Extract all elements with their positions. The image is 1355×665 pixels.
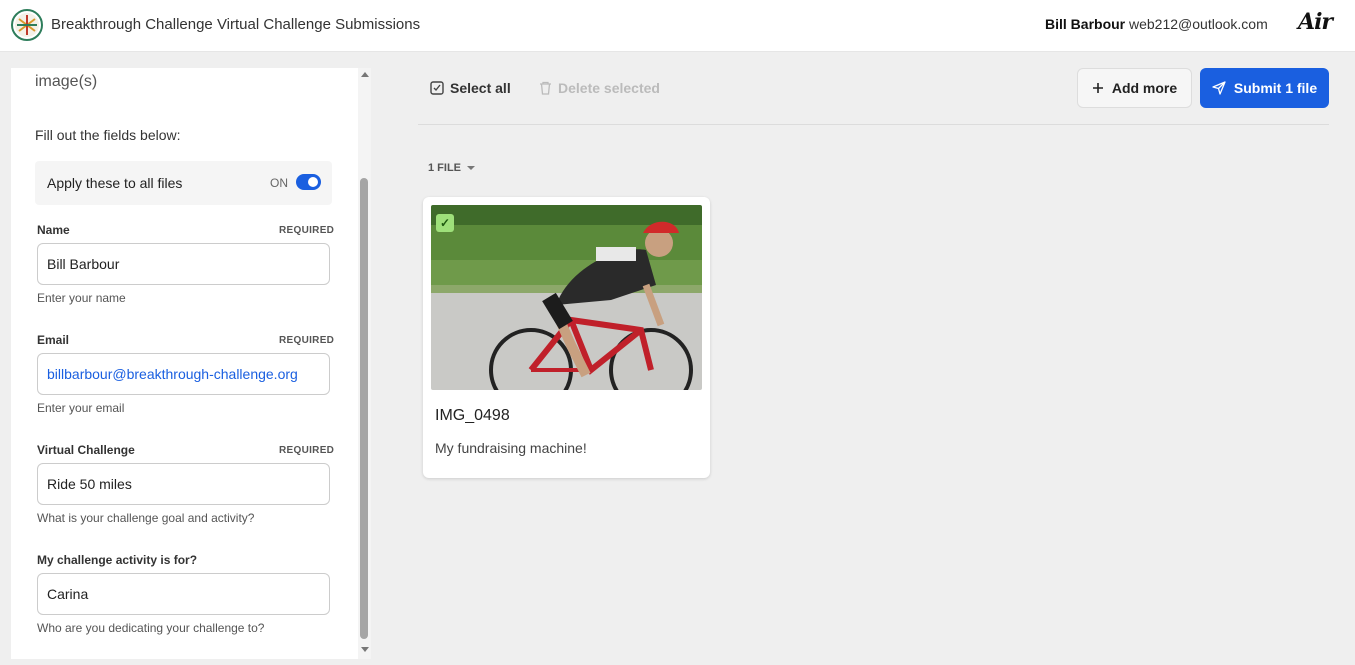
name-hint: Enter your name [37, 291, 126, 305]
select-all-label: Select all [450, 80, 511, 96]
name-field[interactable] [37, 243, 330, 285]
selected-check-icon[interactable]: ✓ [436, 214, 454, 232]
email-field[interactable] [37, 353, 330, 395]
name-label: Name [37, 223, 70, 237]
dedication-field[interactable] [37, 573, 330, 615]
apply-all-label: Apply these to all files [47, 175, 183, 191]
challenge-hint: What is your challenge goal and activity… [37, 511, 255, 525]
scroll-up-icon[interactable] [361, 72, 369, 77]
file-count-dropdown[interactable]: 1 FILE [428, 162, 476, 174]
challenge-field[interactable] [37, 463, 330, 505]
logo [11, 9, 43, 41]
trash-icon [540, 81, 551, 95]
plus-icon [1092, 83, 1103, 93]
dedication-hint: Who are you dedicating your challenge to… [37, 621, 265, 635]
required-badge: REQUIRED [279, 335, 335, 346]
file-card[interactable]: ✓ IMG_0498 My fundraising machine! [423, 197, 710, 478]
scroll-thumb[interactable] [360, 178, 368, 639]
select-all-button[interactable]: Select all [430, 80, 511, 96]
air-logo: Air [1298, 9, 1333, 35]
add-more-label: Add more [1111, 80, 1178, 96]
challenge-label: Virtual Challenge [37, 443, 135, 457]
delete-selected-label: Delete selected [558, 80, 660, 96]
delete-selected-button[interactable]: Delete selected [539, 80, 660, 96]
file-count-label: 1 FILE [428, 162, 462, 174]
panel-scrollbar[interactable] [358, 68, 371, 659]
required-badge: REQUIRED [279, 445, 335, 456]
toggle-state: ON [270, 176, 288, 190]
user-email: web212@outlook.com [1129, 16, 1268, 32]
file-description: My fundraising machine! [435, 440, 587, 456]
apply-all-row: Apply these to all files ON [35, 161, 332, 205]
panel-heading: image(s) [35, 73, 98, 90]
checkbox-icon [430, 81, 444, 95]
dedication-label: My challenge activity is for? [37, 553, 198, 567]
email-label: Email [37, 333, 70, 347]
app-title: Breakthrough Challenge Virtual Challenge… [51, 16, 421, 33]
scroll-down-icon[interactable] [361, 647, 369, 652]
toolbar-divider [418, 124, 1329, 125]
top-bar: Breakthrough Challenge Virtual Challenge… [0, 0, 1355, 52]
chevron-down-icon [467, 166, 476, 170]
send-icon [1212, 81, 1226, 95]
email-hint: Enter your email [37, 401, 125, 415]
form-panel: image(s) Fill out the fields below: Appl… [11, 68, 371, 659]
apply-all-toggle[interactable] [296, 174, 321, 190]
form-instructions: Fill out the fields below: [35, 127, 181, 143]
submit-button[interactable]: Submit 1 file [1200, 68, 1329, 108]
add-more-button[interactable]: Add more [1077, 68, 1192, 108]
user-name: Bill Barbour [1045, 16, 1126, 32]
file-thumbnail[interactable]: ✓ [431, 205, 702, 390]
required-badge: REQUIRED [279, 225, 335, 236]
file-title: IMG_0498 [435, 407, 510, 424]
submit-label: Submit 1 file [1233, 80, 1318, 96]
